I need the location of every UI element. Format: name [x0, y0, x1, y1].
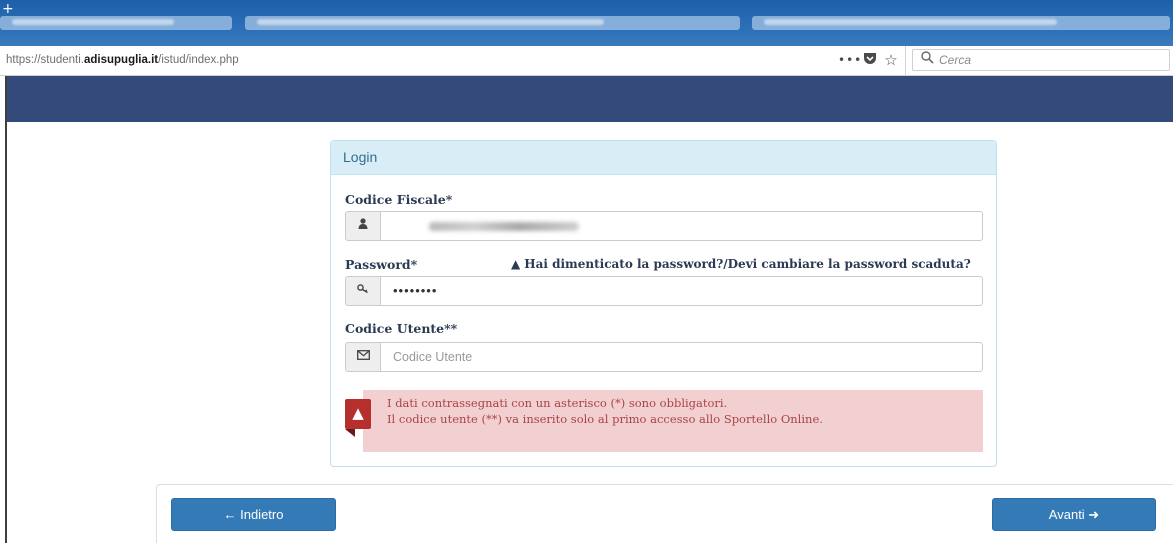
codice-utente-input[interactable] — [380, 342, 983, 372]
pocket-icon[interactable] — [860, 51, 880, 69]
key-icon — [345, 276, 381, 306]
search-placeholder: Cerca — [939, 53, 972, 67]
ellipsis-icon[interactable]: ••• — [838, 51, 861, 69]
search-box[interactable]: Cerca — [912, 49, 1170, 71]
password-label: Password* — [345, 257, 418, 272]
password-group: •••••••• — [345, 276, 983, 306]
next-button[interactable]: Avanti ➜ — [992, 498, 1156, 531]
alert-message: I dati contrassegnati con un asterisco (… — [387, 395, 823, 427]
codice-fiscale-group — [345, 211, 983, 241]
browser-toolbar: https://studenti.adisupuglia.it/istud/in… — [0, 46, 1173, 76]
browser-tab[interactable] — [245, 16, 740, 30]
info-alert: I dati contrassegnati con un asterisco (… — [363, 390, 983, 452]
plus-icon[interactable]: + — [2, 2, 16, 16]
warning-triangle-icon: ▲ — [511, 257, 521, 271]
codice-utente-group — [345, 342, 983, 372]
panel-title: Login — [331, 141, 996, 175]
site-header-bar — [7, 76, 1173, 122]
forgot-password-link[interactable]: ▲ Hai dimenticato la password?/Devi cambi… — [511, 257, 971, 271]
warning-triangle-icon: ▲ — [352, 404, 364, 422]
redacted-value — [429, 222, 579, 231]
user-icon — [345, 211, 381, 241]
alert-line-1: I dati contrassegnati con un asterisco (… — [387, 396, 728, 410]
star-icon[interactable]: ☆ — [881, 51, 901, 69]
magnifier-icon — [917, 51, 937, 69]
browser-tab[interactable] — [752, 16, 1170, 30]
url-text[interactable]: https://studenti.adisupuglia.it/istud/in… — [6, 54, 239, 66]
alert-warning-badge: ▲ — [345, 399, 371, 437]
codice-fiscale-label: Codice Fiscale* — [345, 192, 453, 207]
browser-tab-strip: + — [0, 0, 1173, 46]
alert-line-2: Il codice utente (**) va inserito solo a… — [387, 412, 823, 426]
envelope-icon — [345, 342, 381, 372]
back-button[interactable]: ← Indietro — [171, 498, 336, 531]
codice-utente-label: Codice Utente** — [345, 321, 458, 336]
browser-tab[interactable] — [0, 16, 232, 30]
password-input[interactable]: •••••••• — [380, 276, 983, 306]
login-panel: Login Codice Fiscale* Password* ▲ Hai dim… — [330, 140, 997, 467]
codice-fiscale-input[interactable] — [380, 211, 983, 241]
